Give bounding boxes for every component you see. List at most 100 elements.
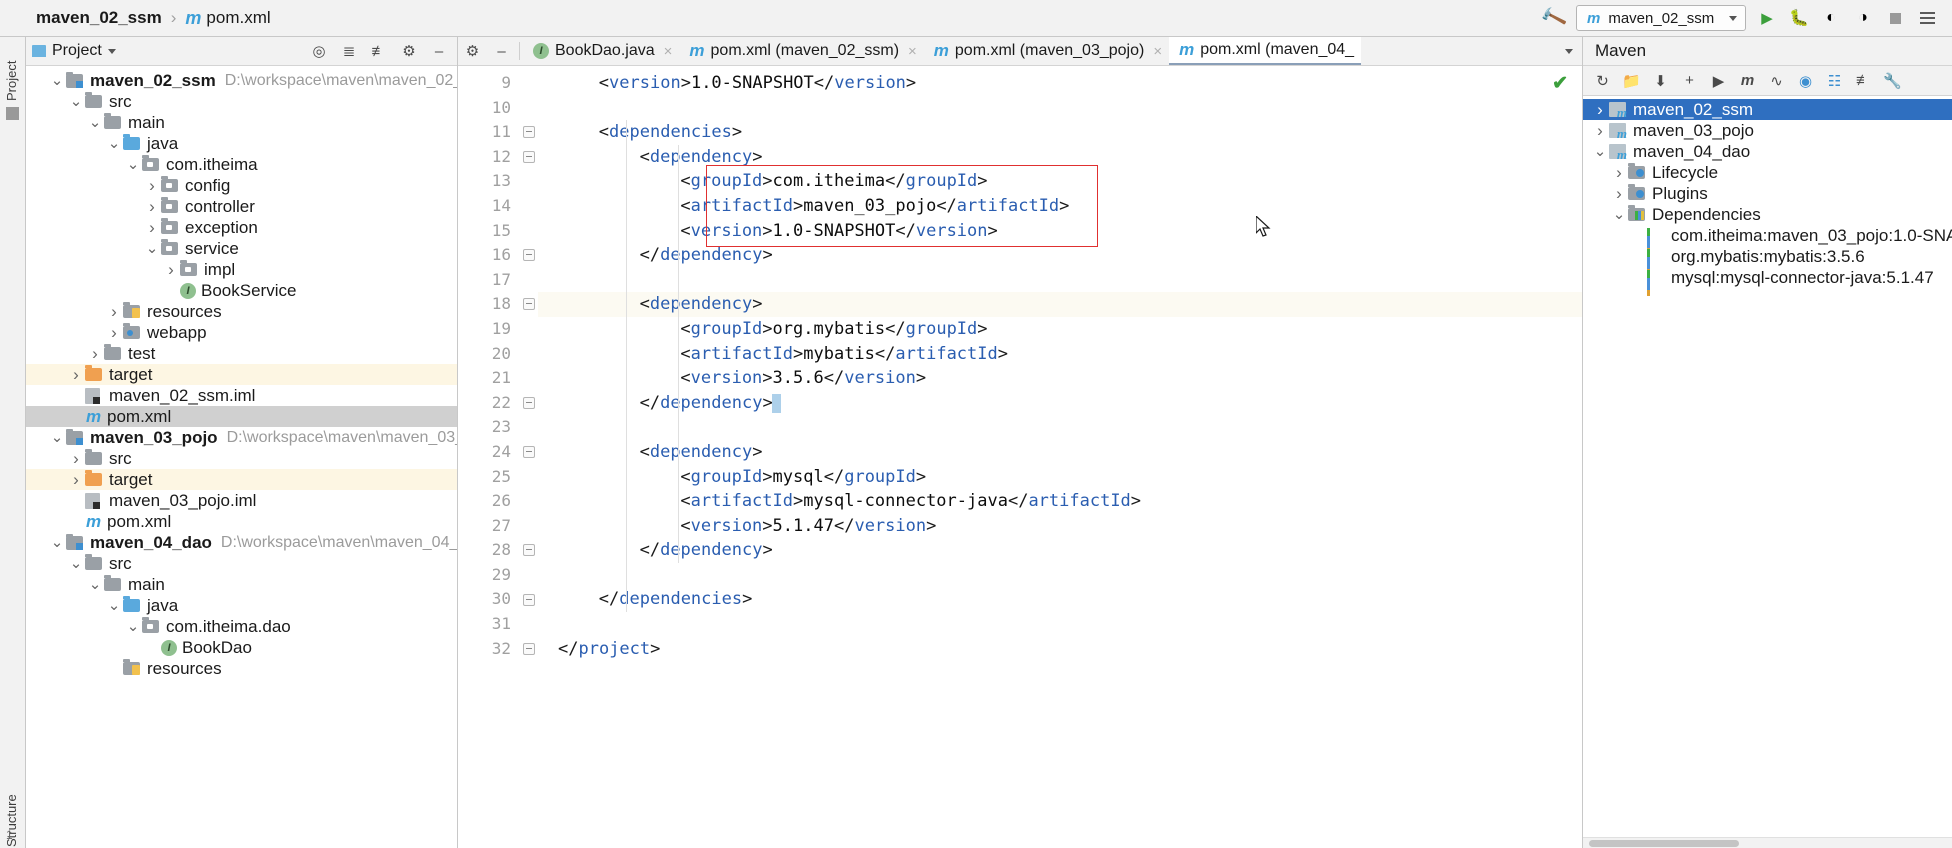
project-tree-item-maven-02-ssm-iml[interactable]: maven_02_ssm.iml	[26, 385, 457, 406]
target-icon[interactable]: ◎	[307, 40, 331, 62]
editor-tab-pom-xml-maven-03-pojo-[interactable]: m pom.xml (maven_03_pojo) ×	[924, 37, 1169, 65]
maven-horizontal-scrollbar[interactable]	[1583, 837, 1952, 848]
maven-tree-item-mysql-mysql-connector-java-5-1-47[interactable]: mysql:mysql-connector-java:5.1.47	[1583, 267, 1952, 296]
chevron-down-icon[interactable]: ⌄	[1591, 144, 1609, 159]
project-tree-item-java[interactable]: ⌄ java	[26, 133, 457, 154]
chevron-down-icon[interactable]	[1556, 37, 1582, 65]
maven-tree-item-maven-02-ssm[interactable]: › maven_02_ssm	[1583, 99, 1952, 120]
code-line[interactable]: <artifactId>mybatis</artifactId>	[538, 342, 1582, 367]
chevron-right-icon[interactable]: ›	[86, 344, 104, 364]
code-content[interactable]: <version>1.0-SNAPSHOT</version> <dependen…	[538, 66, 1582, 848]
chevron-down-icon[interactable]: ⌄	[67, 556, 85, 571]
add-folder-icon[interactable]: 📁	[1618, 69, 1645, 93]
code-folding-column[interactable]	[520, 66, 538, 848]
code-line[interactable]: <artifactId>maven_03_pojo</artifactId>	[538, 194, 1582, 219]
code-fold-toggle[interactable]	[523, 150, 535, 163]
close-icon[interactable]: ×	[1153, 43, 1162, 60]
build-icon[interactable]: 🔨	[1539, 3, 1569, 34]
chevron-right-icon[interactable]: ›	[1591, 100, 1609, 120]
code-line[interactable]: <dependency>	[538, 292, 1582, 317]
add-icon[interactable]: +	[1676, 69, 1703, 93]
code-line[interactable]: </dependency>	[538, 243, 1582, 268]
maven-tree-item-com-itheima-maven-03-pojo-1-0-snapshot[interactable]: com.itheima:maven_03_pojo:1.0-SNAPSHOT	[1583, 225, 1952, 254]
code-line[interactable]	[538, 612, 1582, 637]
maven-tree-item-maven-03-pojo[interactable]: › maven_03_pojo	[1583, 120, 1952, 141]
project-tree-item-maven-03-pojo-iml[interactable]: maven_03_pojo.iml	[26, 490, 457, 511]
chevron-right-icon[interactable]: ›	[143, 197, 161, 217]
code-line[interactable]: <artifactId>mysql-connector-java</artifa…	[538, 489, 1582, 514]
project-tree-item-pom-xml[interactable]: m pom.xml	[26, 406, 457, 427]
rail-project-label[interactable]: Project	[4, 61, 19, 101]
project-panel-title[interactable]: Project	[52, 42, 102, 60]
reload-icon[interactable]: ↻	[1589, 69, 1616, 93]
chevron-right-icon[interactable]: ›	[1591, 121, 1609, 141]
chevron-right-icon[interactable]: ›	[67, 365, 85, 385]
chevron-down-icon[interactable]: ⌄	[86, 115, 104, 130]
profile-icon[interactable]: ◑	[1852, 7, 1874, 29]
project-tree-item-test[interactable]: › test	[26, 343, 457, 364]
chevron-down-icon[interactable]: ⌄	[48, 73, 66, 88]
project-tree-item-com-itheima[interactable]: ⌄ com.itheima	[26, 154, 457, 175]
project-tree-item-pom-xml[interactable]: m pom.xml	[26, 511, 457, 532]
chevron-right-icon[interactable]: ›	[67, 470, 85, 490]
run-icon[interactable]: ▶	[1705, 69, 1732, 93]
project-tree-item-src[interactable]: ⌄ src	[26, 91, 457, 112]
project-tree-item-resources[interactable]: resources	[26, 658, 457, 679]
close-icon[interactable]: ×	[908, 43, 917, 60]
code-line[interactable]	[538, 415, 1582, 440]
collapse-all-icon[interactable]: ≣	[337, 40, 361, 62]
code-line[interactable]	[538, 563, 1582, 588]
maven-tree-item-lifecycle[interactable]: › Lifecycle	[1583, 162, 1952, 183]
maven-projects-tree[interactable]: › maven_02_ssm › maven_03_pojo ⌄ maven_04_dao…	[1583, 96, 1952, 837]
project-tree-item-main[interactable]: ⌄ main	[26, 112, 457, 133]
project-tree-item-main[interactable]: ⌄ main	[26, 574, 457, 595]
editor-tab-pom-xml-maven-02-ssm-[interactable]: m pom.xml (maven_02_ssm) ×	[679, 37, 923, 65]
code-fold-toggle[interactable]	[523, 544, 535, 557]
editor-tab-bookdao-java[interactable]: I BookDao.java ×	[523, 37, 679, 65]
chevron-down-icon[interactable]: ⌄	[86, 577, 104, 592]
project-tree-item-target[interactable]: › target	[26, 364, 457, 385]
code-line[interactable]	[538, 96, 1582, 121]
project-tree-item-exception[interactable]: › exception	[26, 217, 457, 238]
project-tree-item-bookdao[interactable]: I BookDao	[26, 637, 457, 658]
code-line[interactable]: <version>1.0-SNAPSHOT</version>	[538, 219, 1582, 244]
minimize-icon[interactable]: –	[487, 37, 516, 65]
chevron-right-icon[interactable]: ›	[1610, 163, 1628, 183]
settings-icon[interactable]: ⚙	[397, 40, 421, 62]
project-tree-item-webapp[interactable]: › webapp	[26, 322, 457, 343]
debug-icon[interactable]: 🐛	[1788, 7, 1810, 29]
project-tree-item-controller[interactable]: › controller	[26, 196, 457, 217]
code-line[interactable]: </project>	[538, 637, 1582, 662]
stop-icon[interactable]	[1884, 7, 1906, 29]
chevron-down-icon[interactable]: ⌄	[48, 430, 66, 445]
project-tree-item-service[interactable]: ⌄ service	[26, 238, 457, 259]
code-line[interactable]: <groupId>org.mybatis</groupId>	[538, 317, 1582, 342]
code-line[interactable]: </dependencies>	[538, 587, 1582, 612]
code-line[interactable]: </dependency>	[538, 391, 1582, 416]
code-line[interactable]: <version>5.1.47</version>	[538, 514, 1582, 539]
coverage-icon[interactable]: ◐	[1820, 7, 1842, 29]
code-editor[interactable]: 9 10 11 12 13 14 15 16 17 18 19 20 21 22 23 24 25 26 27 28 2…	[458, 66, 1582, 848]
code-fold-toggle[interactable]	[523, 249, 535, 262]
show-diagram-icon[interactable]: ☷	[1821, 69, 1848, 93]
chevron-right-icon[interactable]: ›	[67, 449, 85, 469]
maven-tree-item-dependencies[interactable]: ⌄ Dependencies	[1583, 204, 1952, 225]
chevron-down-icon[interactable]: ⌄	[105, 136, 123, 151]
code-line[interactable]: <dependency>	[538, 440, 1582, 465]
chevron-right-icon[interactable]: ›	[1610, 184, 1628, 204]
chevron-down-icon[interactable]: ⌄	[124, 619, 142, 634]
code-fold-toggle[interactable]	[523, 126, 535, 139]
code-fold-toggle[interactable]	[523, 298, 535, 311]
project-tree-item-target[interactable]: › target	[26, 469, 457, 490]
code-line[interactable]: <version>1.0-SNAPSHOT</version>	[538, 71, 1582, 96]
settings-icon[interactable]: ⚙	[458, 37, 487, 65]
chevron-right-icon[interactable]: ›	[143, 218, 161, 238]
project-tree-item-com-itheima-dao[interactable]: ⌄ com.itheima.dao	[26, 616, 457, 637]
chevron-down-icon[interactable]: ⌄	[48, 535, 66, 550]
minimize-icon[interactable]: –	[427, 40, 451, 62]
project-tree-item-maven-02-ssm[interactable]: ⌄ maven_02_ssm D:\workspace\maven\maven_02…	[26, 70, 457, 91]
hamburger-icon[interactable]	[1916, 7, 1938, 29]
chevron-down-icon[interactable]: ⌄	[124, 157, 142, 172]
chevron-down-icon[interactable]: ⌄	[143, 241, 161, 256]
maven-tree-item-org-mybatis-mybatis-3-5-6[interactable]: org.mybatis:mybatis:3.5.6	[1583, 246, 1952, 275]
